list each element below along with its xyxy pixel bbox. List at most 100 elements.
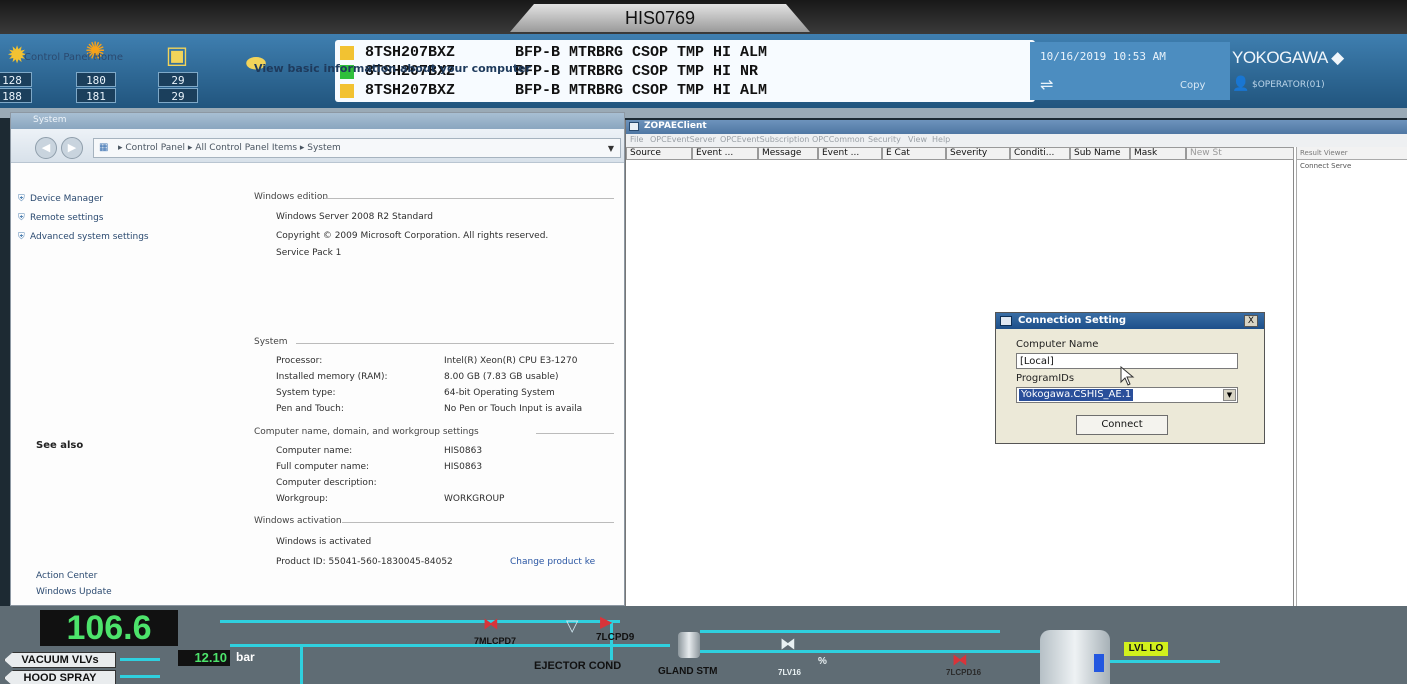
valve-icon[interactable]: ▶ (600, 614, 612, 630)
dialog-titlebar[interactable]: Connection Setting X (996, 313, 1264, 329)
system-window-titlebar[interactable]: System (11, 113, 624, 129)
computer-name-label: Computer Name (1016, 339, 1099, 350)
column-header[interactable]: Event ... (818, 147, 882, 160)
vacuum-vlvs-button[interactable]: VACUUM VLVs (4, 652, 116, 668)
valve-label: 7MLCPD7 (474, 636, 517, 646)
valve-icon[interactable]: ⧓ (483, 616, 499, 632)
action-center-link[interactable]: Action Center (36, 571, 97, 581)
brand-logo: YOKOGAWA ◆ (1232, 48, 1344, 67)
menu-opccommon[interactable]: OPCCommon (812, 135, 865, 144)
advanced-system-settings-link[interactable]: ⛨ Advanced system settings (18, 232, 149, 242)
page-title: View basic information about your comput… (254, 62, 531, 75)
shield-icon: ⛨ (18, 232, 25, 242)
menu-opceventserver[interactable]: OPCEventServer (650, 135, 716, 144)
column-header[interactable]: Event ... (692, 147, 758, 160)
full-computer-name-label: Full computer name: (276, 462, 370, 472)
operator-icon[interactable]: 👤 (1232, 76, 1249, 92)
column-header[interactable]: New St (1186, 147, 1294, 160)
main-process-value[interactable]: 106.6 (40, 610, 178, 646)
chevron-down-icon[interactable]: ▼ (1223, 389, 1236, 401)
pipe (700, 650, 1040, 653)
alarm-status-box (340, 84, 354, 98)
back-button[interactable]: ◀ (35, 137, 57, 159)
tank-level (1094, 654, 1104, 672)
device-manager-link[interactable]: ⛨ Device Manager (18, 194, 103, 204)
column-header[interactable]: Sub Name (1070, 147, 1130, 160)
alarm-message: BFP-B MTRBRG CSOP TMP HI ALM (515, 44, 768, 61)
menu-file[interactable]: File (630, 135, 643, 144)
count-bottom-1: 188 (0, 88, 32, 103)
trend-icon[interactable]: ⇌ (1040, 75, 1053, 94)
computer-name-value: HIS0863 (444, 446, 483, 456)
windows-activation-header: Windows activation (254, 516, 614, 528)
column-header[interactable]: Conditi... (1010, 147, 1070, 160)
count-top-1: 128 (0, 72, 32, 87)
chevron-down-icon[interactable]: ▼ (608, 144, 614, 153)
alarm-row[interactable]: 8TSH207BXZ BFP-B MTRBRG CSOP TMP HI ALM (335, 82, 1035, 100)
see-also-heading: See also (36, 440, 84, 451)
menu-view[interactable]: View (908, 135, 927, 144)
count-top-3: 29 (158, 72, 198, 87)
alarm-tag: 8TSH207BXZ (365, 44, 456, 61)
computer-description-label: Computer description: (276, 478, 377, 488)
workgroup-value: WORKGROUP (444, 494, 505, 504)
system-type-value: 64-bit Operating System (444, 388, 555, 398)
menu-opceventsubscription[interactable]: OPCEventSubscription (720, 135, 809, 144)
control-panel-icon: ▦ (99, 142, 109, 153)
connect-button[interactable]: Connect (1076, 415, 1168, 435)
menu-security[interactable]: Security (868, 135, 901, 144)
pressure-value[interactable]: 12.10 (178, 650, 230, 666)
memory-label: Installed memory (RAM): (276, 372, 388, 382)
count-bottom-2: 181 (76, 88, 116, 103)
column-header[interactable]: Severity (946, 147, 1010, 160)
forward-button[interactable]: ▶ (61, 137, 83, 159)
program-id-selected: Yokogawa.CSHIS_AE.1 (1019, 389, 1134, 401)
app-icon (629, 122, 639, 131)
program-ids-label: ProgramIDs (1016, 373, 1075, 384)
gland-label: GLAND STM (658, 666, 718, 677)
gland-tank (678, 632, 700, 658)
valve-label: 7LCPD9 (596, 632, 635, 643)
system-alarm-icon[interactable]: ▣ (160, 42, 194, 68)
control-panel-home-link[interactable]: Control Panel Home (24, 52, 123, 63)
column-header[interactable]: Message (758, 147, 818, 160)
service-pack: Service Pack 1 (276, 248, 342, 258)
windows-edition-header: Windows edition (254, 192, 614, 204)
copy-button[interactable]: Copy (1180, 80, 1205, 91)
level-low-alarm-badge[interactable]: LVL LO (1124, 642, 1168, 656)
alarm-status-box (340, 46, 354, 60)
hood-spray-button[interactable]: HOOD SPRAY (4, 670, 116, 684)
program-ids-select[interactable]: Yokogawa.CSHIS_AE.1 ▼ (1016, 387, 1238, 403)
address-path: ▸ Control Panel ▸ All Control Panel Item… (118, 143, 341, 153)
ae-client-titlebar[interactable]: ZOPAEClient (626, 120, 1407, 134)
edition-name: Windows Server 2008 R2 Standard (276, 212, 433, 222)
workgroup-label: Workgroup: (276, 494, 328, 504)
result-viewer-header: Result Viewer (1297, 147, 1407, 160)
remote-settings-link[interactable]: ⛨ Remote settings (18, 213, 103, 223)
column-header[interactable]: Source (626, 147, 692, 160)
alarm-message: BFP-B MTRBRG CSOP TMP HI ALM (515, 82, 768, 99)
processor-value: Intel(R) Xeon(R) CPU E3-1270 (444, 356, 578, 366)
pipe (120, 675, 160, 678)
valve-icon[interactable]: ⧓ (952, 652, 968, 668)
address-bar[interactable]: ▦ ▸ Control Panel ▸ All Control Panel It… (93, 138, 621, 158)
alarm-row[interactable]: 8TSH207BXZ BFP-B MTRBRG CSOP TMP HI ALM (335, 44, 1035, 62)
filter-icon[interactable]: ▽ (566, 618, 578, 634)
pipe (700, 630, 1000, 633)
column-header[interactable]: E Cat (882, 147, 946, 160)
activation-status: Windows is activated (276, 537, 372, 547)
windows-update-link[interactable]: Windows Update (36, 587, 112, 597)
valve-icon[interactable]: ⧓ (780, 636, 796, 652)
ae-client-title: ZOPAEClient (644, 121, 707, 131)
column-header[interactable]: Mask (1130, 147, 1186, 160)
menu-bar: File OPCEventServer OPCEventSubscription… (626, 134, 1407, 147)
menu-help[interactable]: Help (932, 135, 950, 144)
close-button[interactable]: X (1244, 315, 1258, 327)
alarm-message: BFP-B MTRBRG CSOP TMP HI NR (515, 63, 759, 80)
host-label: HIS0769 (624, 8, 696, 28)
computer-name-section-header: Computer name, domain, and workgroup set… (254, 427, 614, 439)
percent-label: % (818, 656, 827, 667)
change-product-key-link[interactable]: Change product ke (510, 557, 595, 567)
system-type-label: System type: (276, 388, 336, 398)
datetime: 10/16/2019 10:53 AM (1040, 50, 1166, 63)
